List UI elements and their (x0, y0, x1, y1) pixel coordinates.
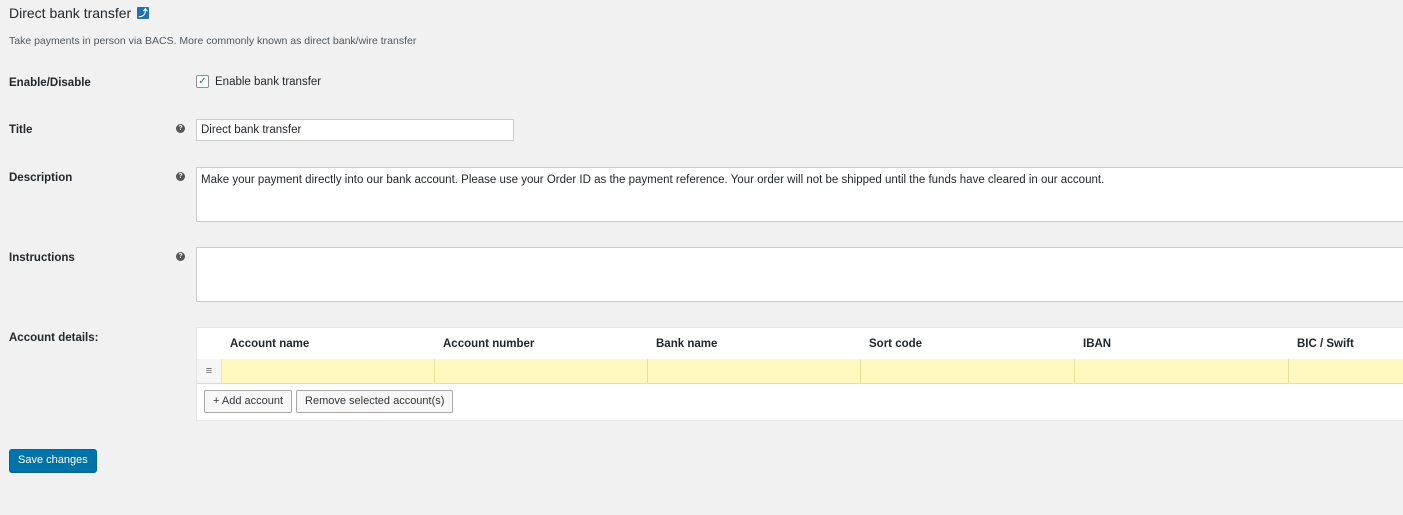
bank-name-input[interactable] (648, 359, 861, 383)
save-changes-button[interactable]: Save changes (9, 449, 97, 472)
page-title-text: Direct bank transfer (9, 5, 132, 21)
sort-code-input[interactable] (861, 359, 1075, 383)
column-header-account-name: Account name (230, 338, 310, 350)
page-title: Direct bank transfer ⤴ (9, 5, 150, 21)
title-input[interactable]: Direct bank transfer (196, 119, 514, 141)
instructions-textarea[interactable] (196, 247, 1403, 302)
column-header-bic-swift: BIC / Swift (1297, 338, 1354, 350)
account-number-input[interactable] (435, 359, 648, 383)
description-label: Description (9, 172, 73, 184)
description-textarea[interactable]: Make your payment directly into our bank… (196, 167, 1403, 222)
help-icon[interactable]: ? (176, 124, 185, 133)
enable-label: Enable/Disable (9, 77, 91, 89)
column-header-sort-code: Sort code (869, 338, 923, 350)
accounts-table: Account name Account number Bank name So… (196, 327, 1403, 421)
help-icon[interactable]: ? (176, 172, 185, 181)
accounts-actions: + Add account Remove selected account(s) (204, 390, 454, 413)
enable-checkbox-label[interactable]: Enable bank transfer (215, 76, 321, 88)
iban-input[interactable] (1075, 359, 1289, 383)
title-label: Title (9, 124, 33, 136)
enable-checkbox-row[interactable]: ✓ Enable bank transfer (196, 75, 321, 88)
account-details-label: Account details: (9, 332, 99, 344)
accounts-table-header: Account name Account number Bank name So… (197, 328, 1403, 360)
page-subtitle: Take payments in person via BACS. More c… (9, 35, 417, 47)
account-name-input[interactable] (221, 359, 435, 383)
account-row[interactable]: ≡ (197, 359, 1403, 384)
help-icon[interactable]: ? (176, 252, 185, 261)
add-account-button[interactable]: + Add account (204, 390, 293, 413)
drag-handle-icon[interactable]: ≡ (197, 359, 222, 383)
bic-swift-input[interactable] (1289, 359, 1403, 383)
enable-checkbox[interactable]: ✓ (196, 75, 209, 88)
column-header-bank-name: Bank name (656, 338, 718, 350)
remove-accounts-button[interactable]: Remove selected account(s) (296, 390, 454, 413)
column-header-account-number: Account number (443, 338, 535, 350)
column-header-iban: IBAN (1083, 338, 1112, 350)
instructions-label: Instructions (9, 252, 75, 264)
return-link-icon[interactable]: ⤴ (137, 7, 150, 19)
